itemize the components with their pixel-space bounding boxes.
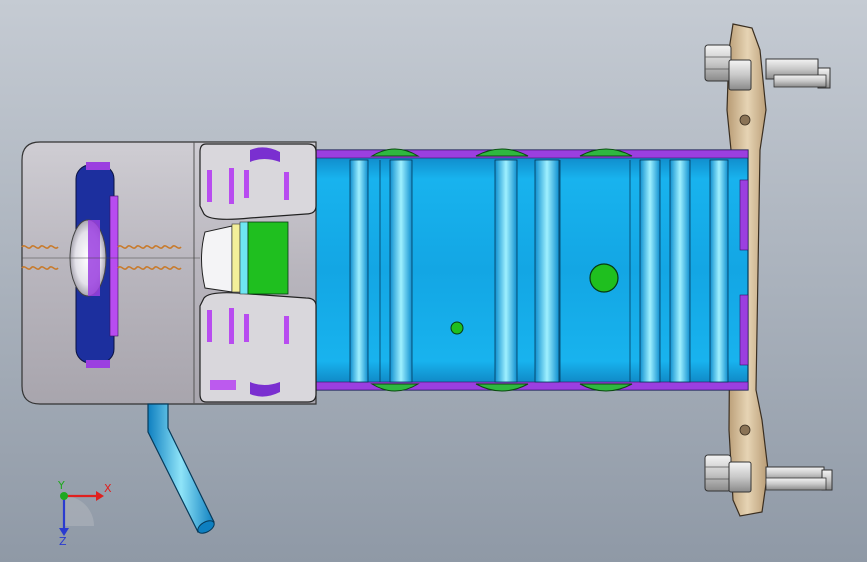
- z-axis-label: Z: [59, 535, 67, 548]
- x-axis-label: X: [104, 482, 112, 495]
- y-axis-label: Y: [57, 479, 65, 492]
- tube-hole-small: [450, 321, 464, 335]
- center-plug: [201, 221, 289, 295]
- tube-ribs: [349, 159, 729, 383]
- cad-viewport[interactable]: X Y Z: [0, 0, 867, 562]
- tube-hole-large: [589, 263, 619, 293]
- y-axis-dot: [60, 492, 68, 500]
